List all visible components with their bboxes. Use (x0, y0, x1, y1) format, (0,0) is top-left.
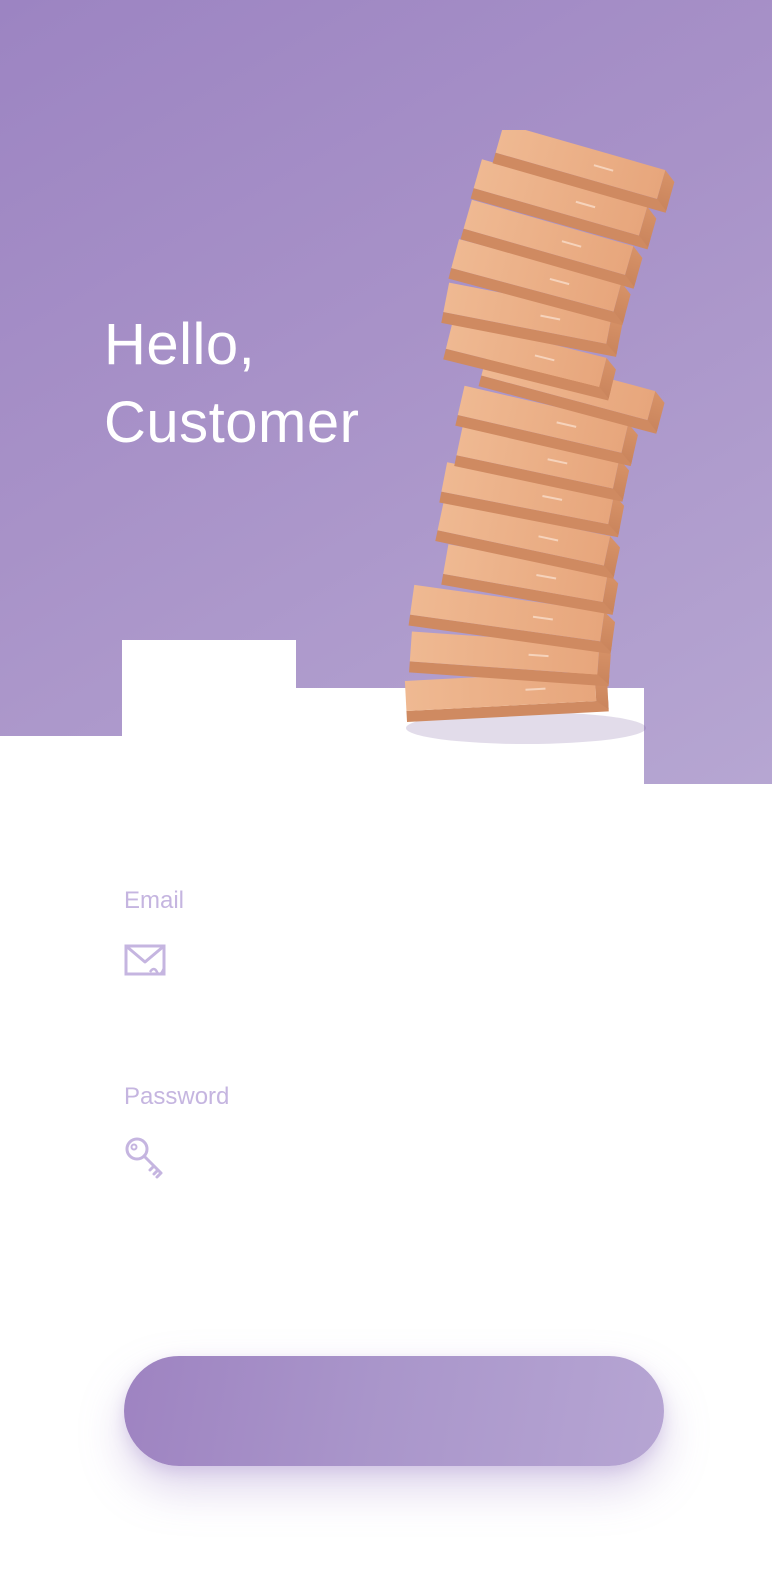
email-field[interactable] (190, 938, 654, 984)
password-field[interactable] (190, 1136, 654, 1182)
submit-button[interactable] (124, 1356, 664, 1466)
hero-cutout (0, 736, 122, 784)
envelope-icon (124, 942, 168, 983)
greeting-line-2: Customer (104, 390, 360, 455)
hero-banner: Hello, Customer (0, 0, 772, 784)
greeting-title: Hello, Customer (104, 306, 359, 462)
key-icon (124, 1136, 168, 1185)
password-label: Password (124, 1083, 230, 1110)
hero-cutout (122, 640, 296, 784)
email-label: Email (124, 887, 185, 914)
greeting-line-1: Hello, (104, 312, 256, 377)
box-stack-svg (404, 130, 675, 744)
box-stack-illustration (396, 130, 706, 760)
